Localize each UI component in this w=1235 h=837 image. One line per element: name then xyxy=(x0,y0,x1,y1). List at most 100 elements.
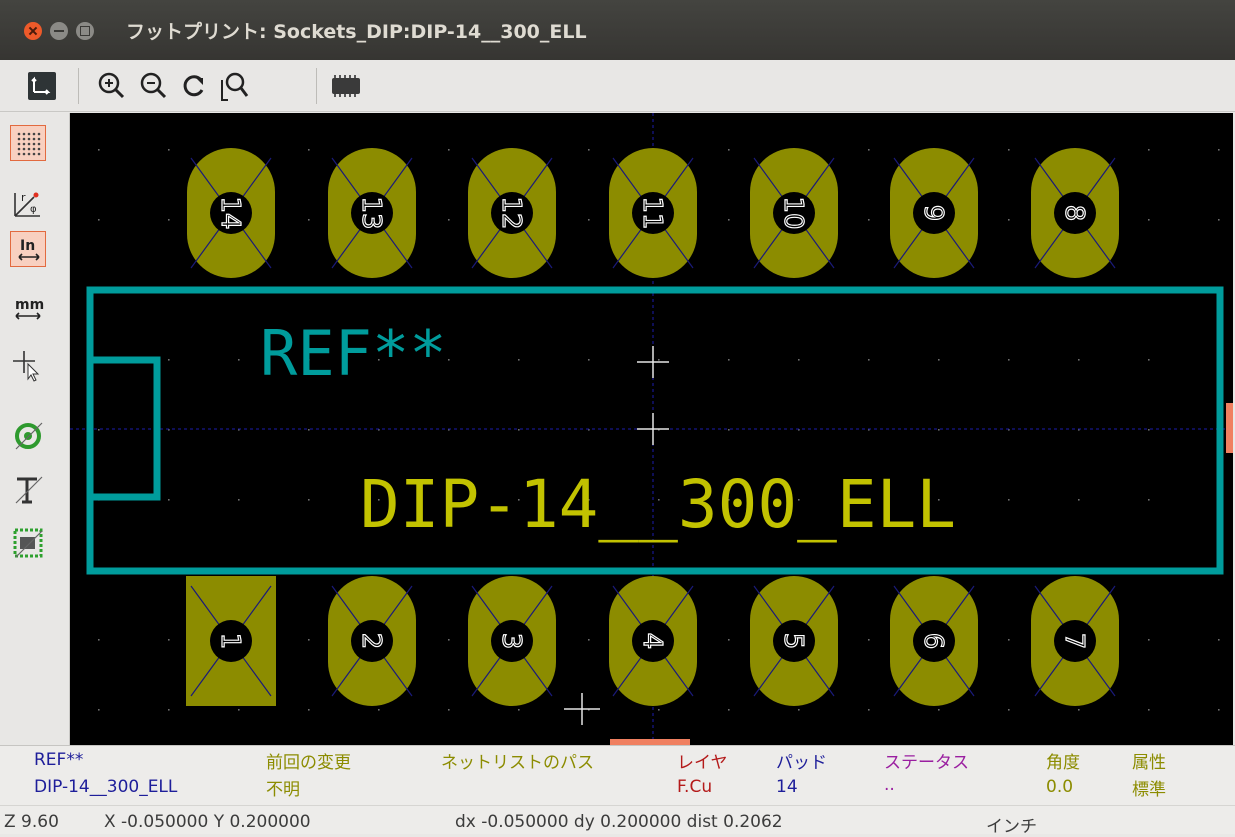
grid-dot xyxy=(448,219,450,221)
grid-dot xyxy=(308,219,310,221)
units-inch-icon[interactable]: In xyxy=(10,231,46,267)
grid-dot xyxy=(1218,219,1220,221)
grid-dot xyxy=(588,149,590,151)
pad-number: 5 xyxy=(778,633,808,650)
grid-dot xyxy=(98,709,100,711)
grid-dot xyxy=(308,429,310,431)
grid-dot xyxy=(168,219,170,221)
grid-dot xyxy=(98,429,100,431)
window-title: フットプリント: Sockets_DIP:DIP-14__300_ELL xyxy=(126,21,587,43)
pad-2[interactable]: 2 xyxy=(328,576,416,706)
minimize-window-button[interactable] xyxy=(50,22,68,40)
pad-number: 14 xyxy=(215,196,245,229)
grid-dot xyxy=(728,639,730,641)
pad-11[interactable]: 11 xyxy=(609,148,697,278)
pad-number: 6 xyxy=(918,633,948,650)
grid-dot xyxy=(308,639,310,641)
redraw-icon[interactable] xyxy=(174,66,214,106)
grid-dot xyxy=(448,359,450,361)
message-panel: REF** DIP-14__300_ELL 前回の変更 不明 ネットリストのパス… xyxy=(0,745,1235,805)
text-sketch-icon[interactable] xyxy=(10,471,46,507)
zoom-fit-icon[interactable] xyxy=(214,66,254,106)
grid-dot xyxy=(938,709,940,711)
grid-dot xyxy=(728,709,730,711)
grid-dot xyxy=(1008,499,1010,501)
grid-dot xyxy=(1078,709,1080,711)
units-inch-label: In xyxy=(20,238,35,254)
msg-netlist-path-label: ネットリストのパス xyxy=(441,753,594,773)
pad-9[interactable]: 9 xyxy=(890,148,978,278)
zoom-out-icon[interactable] xyxy=(134,66,174,106)
grid-dot xyxy=(518,359,520,361)
msg-status-label: ステータス xyxy=(884,753,969,773)
close-window-button[interactable] xyxy=(24,22,42,40)
grid-dot xyxy=(168,639,170,641)
pad-12[interactable]: 12 xyxy=(468,148,556,278)
value-text[interactable]: DIP-14__300_ELL xyxy=(360,466,956,543)
grid-dot xyxy=(868,709,870,711)
msg-attributes-value: 標準 xyxy=(1132,780,1166,800)
grid-dot xyxy=(448,149,450,151)
msg-pads-label: パッド xyxy=(776,753,827,773)
svg-text:r: r xyxy=(21,191,26,204)
grid-dot xyxy=(658,359,660,361)
cursor-shape-icon[interactable] xyxy=(10,347,46,383)
pad-4[interactable]: 4 xyxy=(609,576,697,706)
pad-number: 2 xyxy=(356,633,386,650)
status-units: インチ xyxy=(986,817,1037,837)
pad-5[interactable]: 5 xyxy=(750,576,838,706)
grid-dot xyxy=(238,709,240,711)
grid-dot xyxy=(168,499,170,501)
grid-dot xyxy=(448,639,450,641)
pad-10[interactable]: 10 xyxy=(750,148,838,278)
grid-dot xyxy=(168,149,170,151)
drawing-canvas[interactable]: 14 13 12 11 10 9 8 1 2 3 4 5 6 7 REF** DIP-14__300_EL… xyxy=(70,113,1233,745)
grid-dot xyxy=(378,709,380,711)
grid-toggle-icon[interactable] xyxy=(10,125,46,161)
msg-last-change-value: 不明 xyxy=(266,780,300,800)
grid-dot xyxy=(1078,499,1080,501)
msg-status-value: .. xyxy=(884,775,895,795)
grid-dot xyxy=(1148,499,1150,501)
pad-number: 9 xyxy=(918,205,948,222)
grid-dot xyxy=(308,499,310,501)
footprint-icon[interactable] xyxy=(326,66,366,106)
board-setup-icon[interactable] xyxy=(22,66,62,106)
pad-8[interactable]: 8 xyxy=(1031,148,1119,278)
zoom-in-icon[interactable] xyxy=(92,66,132,106)
pad-14[interactable]: 14 xyxy=(187,148,275,278)
msg-ref: REF** xyxy=(34,750,84,770)
polar-coords-icon[interactable]: r φ xyxy=(10,185,46,221)
grid-dot xyxy=(658,709,660,711)
toolbar-separator xyxy=(78,68,79,104)
msg-angle-value: 0.0 xyxy=(1046,777,1074,797)
toolbar-separator xyxy=(316,68,317,104)
units-mm-icon[interactable]: mm xyxy=(10,291,46,327)
grid-dot xyxy=(1008,219,1010,221)
msg-layer-value: F.Cu xyxy=(677,777,713,797)
pad-7[interactable]: 7 xyxy=(1031,576,1119,706)
msg-footprint-name: DIP-14__300_ELL xyxy=(34,777,178,797)
status-zoom: Z 9.60 xyxy=(4,812,59,832)
grid-dot xyxy=(1218,149,1220,151)
grid-dot xyxy=(448,709,450,711)
pad-sketch-icon[interactable] xyxy=(10,417,46,453)
grid-dot xyxy=(238,359,240,361)
edge-sketch-icon[interactable] xyxy=(10,525,46,561)
title-bar: フットプリント: Sockets_DIP:DIP-14__300_ELL xyxy=(0,0,1235,60)
pad-1[interactable]: 1 xyxy=(186,576,276,706)
grid-dot xyxy=(1148,709,1150,711)
pad-3[interactable]: 3 xyxy=(468,576,556,706)
grid-dot xyxy=(1148,219,1150,221)
grid-dot xyxy=(868,149,870,151)
grid-dot xyxy=(1148,429,1150,431)
footprint-view[interactable]: 14 13 12 11 10 9 81 2 3 4 5 6 7 REF** DIP-14__300_EL… xyxy=(70,113,1233,745)
maximize-window-button[interactable] xyxy=(76,22,94,40)
msg-layer-label: レイヤ xyxy=(677,753,728,773)
pad-number: 3 xyxy=(496,633,526,650)
reference-text[interactable]: REF** xyxy=(260,317,447,390)
pad-13[interactable]: 13 xyxy=(328,148,416,278)
grid-dot xyxy=(1218,709,1220,711)
pad-number: 11 xyxy=(637,196,667,229)
pad-6[interactable]: 6 xyxy=(890,576,978,706)
